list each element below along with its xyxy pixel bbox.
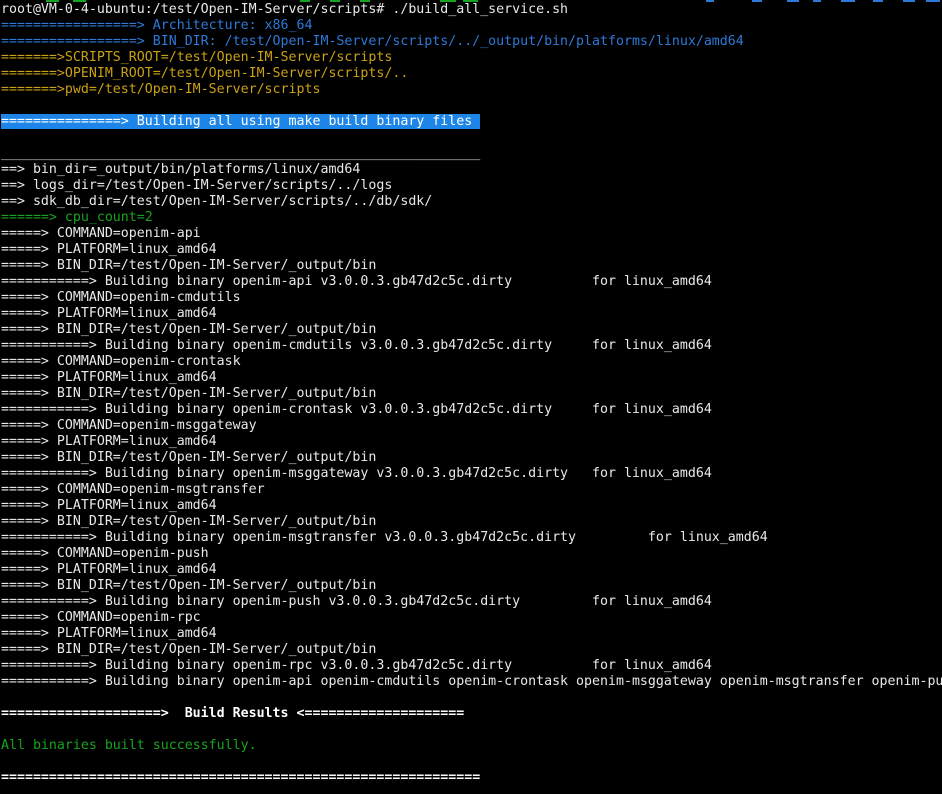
- terminal-screen[interactable]: root@VM-0-4-ubuntu:/test/Open-IM-Server/…: [0, 0, 942, 794]
- terminal-line: =====> PLATFORM=linux_amd64: [1, 626, 942, 642]
- platform-line: =====> PLATFORM=linux_amd64: [1, 562, 217, 577]
- terminal-line: ======> cpu_count=2: [1, 210, 942, 226]
- terminal-line: =====> COMMAND=openim-push: [1, 546, 942, 562]
- terminal-line: =================> Architecture: x86_64: [1, 18, 942, 34]
- terminal-line: =====> COMMAND=openim-cmdutils: [1, 290, 942, 306]
- terminal-line: ===========> Building binary openim-api …: [1, 674, 942, 690]
- terminal-line: =====> COMMAND=openim-msggateway: [1, 418, 942, 434]
- bin-dir-line: =====> BIN_DIR=/test/Open-IM-Server/_out…: [1, 642, 376, 657]
- terminal-line: root@VM-0-4-ubuntu:/test/Open-IM-Server/…: [1, 2, 942, 18]
- building-binary-line: ===========> Building binary openim-push…: [1, 594, 712, 609]
- terminal-line: =====> PLATFORM=linux_amd64: [1, 498, 942, 514]
- terminal-line: ===========> Building binary openim-cron…: [1, 402, 942, 418]
- command-line: =====> COMMAND=openim-crontask: [1, 354, 241, 369]
- terminal-line: =====> PLATFORM=linux_amd64: [1, 434, 942, 450]
- terminal-line: =====> PLATFORM=linux_amd64: [1, 306, 942, 322]
- command-line: =====> COMMAND=openim-push: [1, 546, 209, 561]
- command-line: =====> COMMAND=openim-cmdutils: [1, 290, 241, 305]
- command-line: =====> COMMAND=openim-msggateway: [1, 418, 257, 433]
- terminal-line: ===========> Building binary openim-msgg…: [1, 466, 942, 482]
- terminal-line: ==> bin_dir=_output/bin/platforms/linux/…: [1, 162, 942, 178]
- bin-dir-line: =====> BIN_DIR=/test/Open-IM-Server/_out…: [1, 258, 376, 273]
- terminal-line: =====> BIN_DIR=/test/Open-IM-Server/_out…: [1, 450, 942, 466]
- build-results-header: ====================> Build Results <===…: [1, 706, 464, 721]
- platform-line: =====> PLATFORM=linux_amd64: [1, 498, 217, 513]
- terminal-line: ==> logs_dir=/test/Open-IM-Server/script…: [1, 178, 942, 194]
- terminal-line: =====> BIN_DIR=/test/Open-IM-Server/_out…: [1, 322, 942, 338]
- bin-dir-line: =================> BIN_DIR: /test/Open-I…: [1, 34, 744, 49]
- prompt-line: root@VM-0-4-ubuntu:/test/Open-IM-Server/…: [1, 2, 568, 17]
- platform-line: =====> PLATFORM=linux_amd64: [1, 370, 217, 385]
- terminal-line: ===========> Building binary openim-msgt…: [1, 530, 942, 546]
- platform-line: =====> PLATFORM=linux_amd64: [1, 434, 217, 449]
- terminal-line: =====> BIN_DIR=/test/Open-IM-Server/_out…: [1, 386, 942, 402]
- terminal-line: =====> BIN_DIR=/test/Open-IM-Server/_out…: [1, 258, 942, 274]
- terminal-line: ========================================…: [1, 770, 942, 786]
- terminal-line: ===========> Building binary openim-push…: [1, 594, 942, 610]
- terminal-line: =====> PLATFORM=linux_amd64: [1, 370, 942, 386]
- pwd-line: =======>pwd=/test/Open-IM-Server/scripts: [1, 82, 320, 97]
- platform-line: =====> PLATFORM=linux_amd64: [1, 626, 217, 641]
- equals-separator: ========================================…: [1, 770, 480, 785]
- terminal-line: =====> PLATFORM=linux_amd64: [1, 562, 942, 578]
- building-binary-line: ===========> Building binary openim-cron…: [1, 402, 712, 417]
- bin-dir-line: =====> BIN_DIR=/test/Open-IM-Server/_out…: [1, 386, 376, 401]
- terminal-line: [1, 690, 942, 706]
- bin-dir-line: =====> BIN_DIR=/test/Open-IM-Server/_out…: [1, 578, 376, 593]
- platform-line: =====> PLATFORM=linux_amd64: [1, 242, 217, 257]
- terminal-line: =====> BIN_DIR=/test/Open-IM-Server/_out…: [1, 642, 942, 658]
- building-binary-line: ===========> Building binary openim-msgg…: [1, 466, 712, 481]
- terminal-line: [1, 722, 942, 738]
- terminal-line: =======>SCRIPTS_ROOT=/test/Open-IM-Serve…: [1, 50, 942, 66]
- platform-line: =====> PLATFORM=linux_amd64: [1, 306, 217, 321]
- terminal-line: =====> COMMAND=openim-msgtransfer: [1, 482, 942, 498]
- logs-dir-var-line: ==> logs_dir=/test/Open-IM-Server/script…: [1, 178, 392, 193]
- terminal-line: =======>pwd=/test/Open-IM-Server/scripts: [1, 82, 942, 98]
- command-line: =====> COMMAND=openim-api: [1, 226, 201, 241]
- terminal-line: ===========> Building binary openim-rpc …: [1, 658, 942, 674]
- terminal-line: =================> BIN_DIR: /test/Open-I…: [1, 34, 942, 50]
- bin-dir-var-line: ==> bin_dir=_output/bin/platforms/linux/…: [1, 162, 360, 177]
- terminal-output: root@VM-0-4-ubuntu:/test/Open-IM-Server/…: [1, 2, 942, 786]
- terminal-line: =======>OPENIM_ROOT=/test/Open-IM-Server…: [1, 66, 942, 82]
- building-binary-line: ===========> Building binary openim-cmdu…: [1, 338, 712, 353]
- terminal-line: ====================> Build Results <===…: [1, 706, 942, 722]
- terminal-line: =====> COMMAND=openim-api: [1, 226, 942, 242]
- sdk-db-dir-var-line: ==> sdk_db_dir=/test/Open-IM-Server/scri…: [1, 194, 432, 209]
- building-all-banner: ===============> Building all using make…: [1, 114, 480, 129]
- bin-dir-line: =====> BIN_DIR=/test/Open-IM-Server/_out…: [1, 322, 376, 337]
- terminal-line: =====> COMMAND=openim-rpc: [1, 610, 942, 626]
- terminal-line: ===========> Building binary openim-cmdu…: [1, 338, 942, 354]
- scripts-root-line: =======>SCRIPTS_ROOT=/test/Open-IM-Serve…: [1, 50, 392, 65]
- terminal-line: ==> sdk_db_dir=/test/Open-IM-Server/scri…: [1, 194, 942, 210]
- terminal-line: ===============> Building all using make…: [1, 114, 942, 130]
- terminal-line: =====> BIN_DIR=/test/Open-IM-Server/_out…: [1, 578, 942, 594]
- terminal-line: [1, 130, 942, 146]
- cpu-count-line: ======> cpu_count=2: [1, 210, 153, 225]
- building-binary-line: ===========> Building binary openim-msgt…: [1, 530, 768, 545]
- terminal-line: All binaries built successfully.: [1, 738, 942, 754]
- terminal-line: =====> BIN_DIR=/test/Open-IM-Server/_out…: [1, 514, 942, 530]
- terminal-line: ===========> Building binary openim-api …: [1, 274, 942, 290]
- bin-dir-line: =====> BIN_DIR=/test/Open-IM-Server/_out…: [1, 450, 376, 465]
- command-line: =====> COMMAND=openim-rpc: [1, 610, 201, 625]
- terminal-line: =====> PLATFORM=linux_amd64: [1, 242, 942, 258]
- bin-dir-line: =====> BIN_DIR=/test/Open-IM-Server/_out…: [1, 514, 376, 529]
- command-line: =====> COMMAND=openim-msgtransfer: [1, 482, 265, 497]
- terminal-line: [1, 754, 942, 770]
- building-all-binaries-line: ===========> Building binary openim-api …: [1, 674, 942, 689]
- success-message: All binaries built successfully.: [1, 738, 257, 753]
- terminal-line: ________________________________________…: [1, 146, 942, 162]
- architecture-line: =================> Architecture: x86_64: [1, 18, 312, 33]
- terminal-line: [1, 98, 942, 114]
- underscore-separator: ________________________________________…: [1, 146, 480, 161]
- building-binary-line: ===========> Building binary openim-api …: [1, 274, 712, 289]
- terminal-line: =====> COMMAND=openim-crontask: [1, 354, 942, 370]
- openim-root-line: =======>OPENIM_ROOT=/test/Open-IM-Server…: [1, 66, 408, 81]
- building-binary-line: ===========> Building binary openim-rpc …: [1, 658, 712, 673]
